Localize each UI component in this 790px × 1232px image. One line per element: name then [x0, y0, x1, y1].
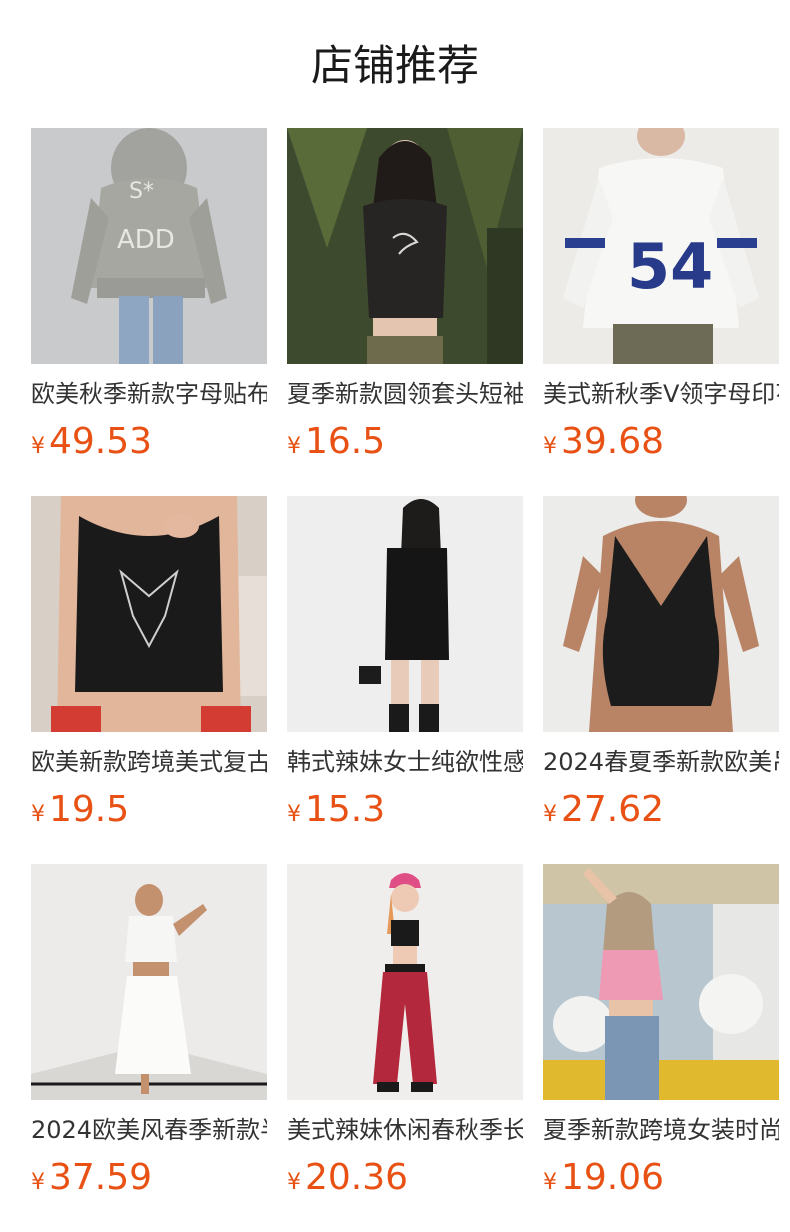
product-image[interactable] — [287, 128, 523, 364]
currency-symbol: ¥ — [287, 802, 301, 827]
product-name[interactable]: 欧美新款跨境美式复古背心 — [31, 744, 267, 780]
product-card[interactable]: 韩式辣妹女士纯欲性感连衣裙 ¥15.3 — [287, 496, 523, 832]
product-image[interactable] — [31, 864, 267, 1100]
price-amount: 27.62 — [561, 789, 665, 830]
product-card[interactable]: 2024欧美风春季新款半身裙套装 ¥37.59 — [31, 864, 267, 1200]
product-price: ¥19.06 — [543, 1156, 779, 1200]
currency-symbol: ¥ — [543, 802, 557, 827]
product-card[interactable]: 54 美式新秋季V领字母印花卫衣 ¥39.68 — [543, 128, 779, 464]
product-price: ¥49.53 — [31, 420, 267, 464]
product-name[interactable]: 夏季新款跨境女装时尚短袖T恤 — [543, 1112, 779, 1148]
svg-text:ADD: ADD — [117, 225, 175, 255]
product-name[interactable]: 美式新秋季V领字母印花卫衣 — [543, 376, 779, 412]
product-card[interactable]: 夏季新款圆领套头短袖T恤 ¥16.5 — [287, 128, 523, 464]
product-image[interactable] — [543, 496, 779, 732]
product-name[interactable]: 欧美秋季新款字母贴布绣连帽卫衣 — [31, 376, 267, 412]
product-image[interactable] — [287, 496, 523, 732]
currency-symbol: ¥ — [543, 434, 557, 459]
product-name[interactable]: 美式辣妹休闲春秋季长裤 — [287, 1112, 523, 1148]
section-title: 店铺推荐 — [310, 41, 479, 90]
currency-symbol: ¥ — [31, 802, 45, 827]
product-price: ¥15.3 — [287, 788, 523, 832]
product-card[interactable]: 美式辣妹休闲春秋季长裤 ¥20.36 — [287, 864, 523, 1200]
product-price: ¥27.62 — [543, 788, 779, 832]
product-name[interactable]: 2024欧美风春季新款半身裙套装 — [31, 1112, 267, 1148]
currency-symbol: ¥ — [287, 1170, 301, 1195]
svg-text:S*: S* — [129, 179, 154, 204]
product-price: ¥19.5 — [31, 788, 267, 832]
product-card[interactable]: 2024春夏季新款欧美吊带连衣裙 ¥27.62 — [543, 496, 779, 832]
currency-symbol: ¥ — [287, 434, 301, 459]
product-price: ¥37.59 — [31, 1156, 267, 1200]
product-image[interactable]: S* ADD — [31, 128, 267, 364]
currency-symbol: ¥ — [31, 1170, 45, 1195]
product-card[interactable]: 夏季新款跨境女装时尚短袖T恤 ¥19.06 — [543, 864, 779, 1200]
product-image[interactable]: 54 — [543, 128, 779, 364]
product-image[interactable] — [287, 864, 523, 1100]
price-amount: 49.53 — [49, 421, 153, 462]
product-card[interactable]: S* ADD 欧美秋季新款字母贴布绣连帽卫衣 ¥49.53 — [31, 128, 267, 464]
product-name[interactable]: 2024春夏季新款欧美吊带连衣裙 — [543, 744, 779, 780]
product-name[interactable]: 韩式辣妹女士纯欲性感连衣裙 — [287, 744, 523, 780]
product-image[interactable] — [543, 864, 779, 1100]
price-amount: 19.5 — [49, 789, 130, 830]
currency-symbol: ¥ — [543, 1170, 557, 1195]
price-amount: 15.3 — [305, 789, 386, 830]
product-name[interactable]: 夏季新款圆领套头短袖T恤 — [287, 376, 523, 412]
product-card[interactable]: 欧美新款跨境美式复古背心 ¥19.5 — [31, 496, 267, 832]
price-amount: 20.36 — [305, 1157, 409, 1198]
product-price: ¥16.5 — [287, 420, 523, 464]
price-amount: 39.68 — [561, 421, 665, 462]
currency-symbol: ¥ — [31, 434, 45, 459]
price-amount: 16.5 — [305, 421, 386, 462]
svg-text:54: 54 — [627, 230, 713, 303]
product-price: ¥39.68 — [543, 420, 779, 464]
price-amount: 37.59 — [49, 1157, 153, 1198]
product-price: ¥20.36 — [287, 1156, 523, 1200]
price-amount: 19.06 — [561, 1157, 665, 1198]
product-image[interactable] — [31, 496, 267, 732]
